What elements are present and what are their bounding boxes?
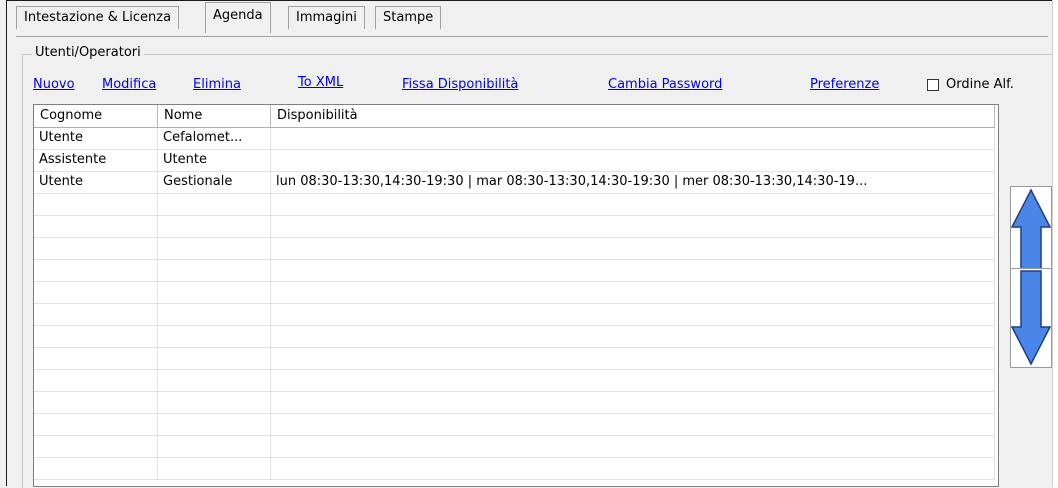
- tab-immagini[interactable]: Immagini: [288, 6, 365, 29]
- empty-cell: [158, 436, 271, 457]
- cell-nome: Cefalomet...: [158, 128, 271, 149]
- empty-cell: [271, 436, 995, 457]
- empty-cell: [34, 414, 158, 435]
- empty-cell: [158, 238, 271, 259]
- empty-table-row: [34, 304, 995, 326]
- empty-table-row: [34, 348, 995, 370]
- empty-cell: [34, 392, 158, 413]
- empty-table-row: [34, 326, 995, 348]
- empty-cell: [34, 370, 158, 391]
- ordine-alf-label: Ordine Alf.: [946, 77, 1014, 92]
- empty-table-row: [34, 216, 995, 238]
- empty-cell: [158, 458, 271, 479]
- empty-cell: [34, 238, 158, 259]
- tab-panel-border: [16, 36, 1048, 37]
- empty-cell: [271, 326, 995, 347]
- empty-table-row: [34, 194, 995, 216]
- empty-cell: [158, 282, 271, 303]
- group-title: Utenti/Operatori: [32, 45, 144, 60]
- empty-cell: [158, 392, 271, 413]
- empty-cell: [271, 216, 995, 237]
- empty-cell: [271, 260, 995, 281]
- nuovo-link[interactable]: Nuovo: [33, 77, 75, 92]
- empty-cell: [34, 326, 158, 347]
- empty-cell: [34, 304, 158, 325]
- empty-cell: [34, 348, 158, 369]
- empty-cell: [271, 304, 995, 325]
- empty-table-row: [34, 238, 995, 260]
- empty-cell: [271, 458, 995, 479]
- fissa-disponibilita-link[interactable]: Fissa Disponibilità: [402, 77, 518, 92]
- preferenze-link[interactable]: Preferenze: [810, 77, 879, 92]
- cell-disponibilita: lun 08:30-13:30,14:30-19:30 | mar 08:30-…: [271, 172, 995, 193]
- empty-table-row: [34, 436, 995, 458]
- cell-cognome: Assistente: [34, 150, 158, 171]
- to-xml-link[interactable]: To XML: [298, 75, 343, 90]
- table-row[interactable]: Utente Cefalomet...: [34, 128, 995, 150]
- users-table[interactable]: Cognome Nome Disponibilità Utente Cefalo…: [33, 104, 999, 487]
- tab-intestazione-licenza[interactable]: Intestazione & Licenza: [16, 6, 180, 29]
- empty-cell: [158, 304, 271, 325]
- empty-cell: [34, 260, 158, 281]
- empty-cell: [271, 282, 995, 303]
- empty-cell: [158, 414, 271, 435]
- tab-stampe[interactable]: Stampe: [375, 6, 442, 29]
- empty-cell: [271, 392, 995, 413]
- move-down-button[interactable]: [1010, 268, 1052, 368]
- empty-cell: [271, 194, 995, 215]
- empty-cell: [271, 414, 995, 435]
- empty-cell: [271, 348, 995, 369]
- table-body: Utente Cefalomet... Assistente Utente Ut…: [34, 128, 995, 480]
- empty-cell: [34, 458, 158, 479]
- empty-cell: [158, 216, 271, 237]
- column-header-nome[interactable]: Nome: [158, 105, 271, 127]
- empty-cell: [158, 194, 271, 215]
- cambia-password-link[interactable]: Cambia Password: [608, 77, 722, 92]
- empty-table-row: [34, 458, 995, 480]
- empty-cell: [158, 348, 271, 369]
- arrow-down-icon: [1011, 270, 1051, 366]
- ordine-alf-checkbox-group[interactable]: Ordine Alf.: [927, 77, 1014, 92]
- empty-cell: [271, 238, 995, 259]
- empty-cell: [271, 370, 995, 391]
- empty-cell: [158, 326, 271, 347]
- empty-cell: [34, 282, 158, 303]
- empty-cell: [158, 260, 271, 281]
- empty-table-row: [34, 260, 995, 282]
- tab-agenda[interactable]: Agenda: [205, 2, 271, 33]
- table-row[interactable]: Utente Gestionale lun 08:30-13:30,14:30-…: [34, 172, 995, 194]
- empty-table-row: [34, 282, 995, 304]
- cell-cognome: Utente: [34, 172, 158, 193]
- cell-nome: Utente: [158, 150, 271, 171]
- column-header-cognome[interactable]: Cognome: [34, 105, 158, 127]
- modifica-link[interactable]: Modifica: [102, 77, 156, 92]
- ordine-alf-checkbox[interactable]: [927, 78, 939, 91]
- cell-nome: Gestionale: [158, 172, 271, 193]
- column-header-disponibilita[interactable]: Disponibilità: [271, 105, 995, 127]
- table-row[interactable]: Assistente Utente: [34, 150, 995, 172]
- empty-table-row: [34, 414, 995, 436]
- empty-table-row: [34, 370, 995, 392]
- cell-disponibilita: [271, 150, 995, 171]
- empty-cell: [34, 194, 158, 215]
- empty-table-row: [34, 392, 995, 414]
- cell-cognome: Utente: [34, 128, 158, 149]
- empty-cell: [34, 216, 158, 237]
- elimina-link[interactable]: Elimina: [193, 77, 241, 92]
- empty-cell: [34, 436, 158, 457]
- table-header: Cognome Nome Disponibilità: [34, 105, 995, 128]
- cell-disponibilita: [271, 128, 995, 149]
- empty-cell: [158, 370, 271, 391]
